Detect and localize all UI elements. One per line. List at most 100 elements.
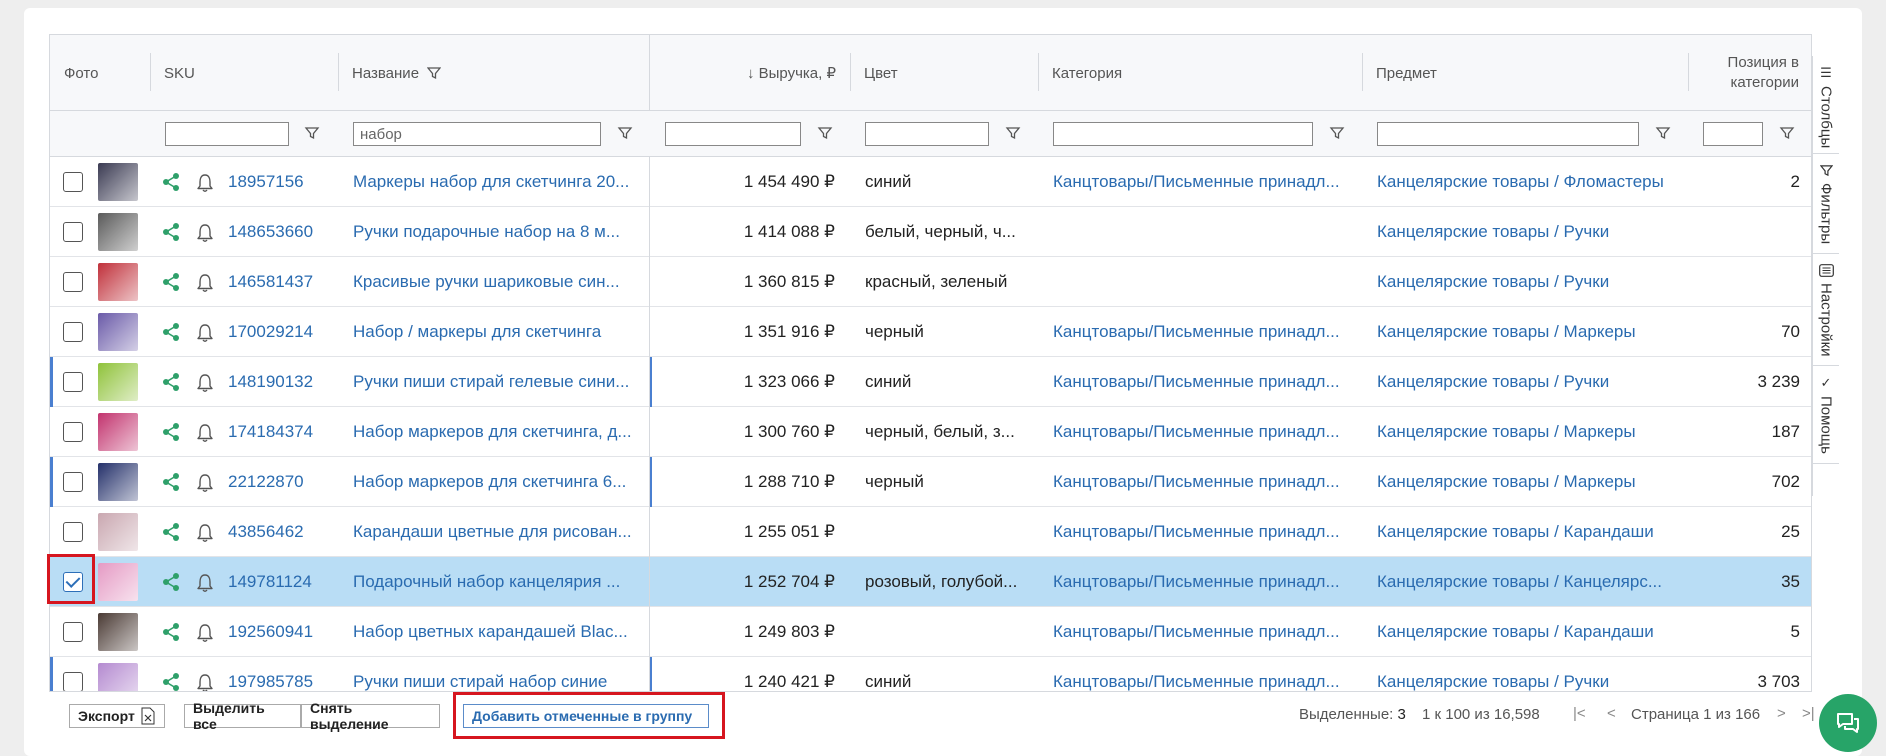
row-checkbox[interactable] bbox=[63, 472, 83, 492]
category-link[interactable] bbox=[1053, 257, 1353, 307]
product-name-link[interactable]: Подарочный набор канцелярия ... bbox=[353, 557, 643, 607]
category-link[interactable]: Канцтовары/Письменные принадл... bbox=[1053, 557, 1353, 607]
subject-filter-input[interactable] bbox=[1377, 122, 1639, 146]
product-photo[interactable] bbox=[98, 263, 138, 301]
table-row[interactable]: 148653660 Ручки подарочные набор на 8 м..… bbox=[50, 207, 1811, 257]
sku-link[interactable]: 192560941 bbox=[228, 607, 336, 657]
sku-link[interactable]: 149781124 bbox=[228, 557, 336, 607]
col-header-revenue[interactable]: ↓ Выручка, ₽ bbox=[650, 35, 850, 111]
category-link[interactable]: Канцтовары/Письменные принадл... bbox=[1053, 357, 1353, 407]
next-page-icon[interactable]: > bbox=[1777, 705, 1786, 722]
bell-icon[interactable] bbox=[196, 623, 214, 643]
product-name-link[interactable]: Ручки пиши стирай набор синие bbox=[353, 657, 643, 691]
category-link[interactable]: Канцтовары/Письменные принадл... bbox=[1053, 157, 1353, 207]
deselect-button[interactable]: Снять выделение bbox=[301, 700, 440, 732]
category-link[interactable] bbox=[1053, 207, 1353, 257]
row-checkbox[interactable] bbox=[63, 322, 83, 342]
category-link[interactable]: Канцтовары/Письменные принадл... bbox=[1053, 507, 1353, 557]
table-row[interactable]: 197985785 Ручки пиши стирай набор синие 1 … bbox=[50, 657, 1811, 692]
product-photo[interactable] bbox=[98, 563, 138, 601]
share-icon[interactable] bbox=[162, 472, 180, 492]
product-name-link[interactable]: Карандаши цветные для рисован... bbox=[353, 507, 643, 557]
bell-icon[interactable] bbox=[196, 373, 214, 393]
product-name-link[interactable]: Набор маркеров для скетчинга, д... bbox=[353, 407, 643, 457]
subject-link[interactable]: Канцелярские товары / Канцелярс... bbox=[1377, 557, 1677, 607]
chat-button[interactable] bbox=[1819, 694, 1877, 752]
product-photo[interactable] bbox=[98, 513, 138, 551]
prev-page-icon[interactable]: < bbox=[1607, 705, 1616, 722]
sku-link[interactable]: 170029214 bbox=[228, 307, 336, 357]
row-checkbox[interactable] bbox=[63, 172, 83, 192]
revenue-filter-input[interactable] bbox=[665, 122, 801, 146]
share-icon[interactable] bbox=[162, 272, 180, 292]
table-row[interactable]: 22122870 Набор маркеров для скетчинга 6..… bbox=[50, 457, 1811, 507]
product-photo[interactable] bbox=[98, 463, 138, 501]
tab-filters[interactable]: Фильтры bbox=[1813, 154, 1839, 254]
row-checkbox[interactable] bbox=[63, 672, 83, 691]
share-icon[interactable] bbox=[162, 372, 180, 392]
tab-columns[interactable]: ☰ Столбцы bbox=[1813, 56, 1839, 154]
sku-link[interactable]: 43856462 bbox=[228, 507, 336, 557]
table-row[interactable]: 43856462 Карандаши цветные для рисован...… bbox=[50, 507, 1811, 557]
subject-link[interactable]: Канцелярские товары / Маркеры bbox=[1377, 457, 1677, 507]
filter-icon[interactable] bbox=[1779, 125, 1795, 141]
table-row[interactable]: 149781124 Подарочный набор канцелярия ...… bbox=[50, 557, 1811, 607]
name-filter-input[interactable] bbox=[353, 122, 601, 146]
table-row[interactable]: 146581437 Красивые ручки шариковые син...… bbox=[50, 257, 1811, 307]
row-checkbox[interactable] bbox=[63, 372, 83, 392]
row-checkbox[interactable] bbox=[63, 222, 83, 242]
category-link[interactable]: Канцтовары/Письменные принадл... bbox=[1053, 457, 1353, 507]
last-page-icon[interactable]: >| bbox=[1802, 705, 1815, 722]
bell-icon[interactable] bbox=[196, 673, 214, 692]
export-button[interactable]: Экспорт bbox=[69, 704, 165, 728]
table-row[interactable]: 18957156 Маркеры набор для скетчинга 20..… bbox=[50, 157, 1811, 207]
subject-link[interactable]: Канцелярские товары / Маркеры bbox=[1377, 407, 1677, 457]
bell-icon[interactable] bbox=[196, 173, 214, 193]
col-header-position[interactable]: Позиция в категории bbox=[1688, 35, 1811, 111]
category-link[interactable]: Канцтовары/Письменные принадл... bbox=[1053, 307, 1353, 357]
col-header-sku[interactable]: SKU bbox=[150, 35, 336, 111]
subject-link[interactable]: Канцелярские товары / Ручки bbox=[1377, 657, 1677, 691]
product-photo[interactable] bbox=[98, 663, 138, 691]
share-icon[interactable] bbox=[162, 172, 180, 192]
tab-settings[interactable]: Настройки bbox=[1813, 254, 1839, 366]
bell-icon[interactable] bbox=[196, 573, 214, 593]
filter-icon[interactable] bbox=[1329, 125, 1345, 141]
product-name-link[interactable]: Набор цветных карандашей Blac... bbox=[353, 607, 643, 657]
col-header-photo[interactable]: Фото bbox=[50, 35, 150, 111]
product-photo[interactable] bbox=[98, 163, 138, 201]
filter-icon[interactable] bbox=[304, 125, 320, 141]
row-checkbox[interactable] bbox=[63, 522, 83, 542]
position-filter-input[interactable] bbox=[1703, 122, 1763, 146]
product-name-link[interactable]: Ручки пиши стирай гелевые сини... bbox=[353, 357, 643, 407]
subject-link[interactable]: Канцелярские товары / Фломастеры bbox=[1377, 157, 1677, 207]
bell-icon[interactable] bbox=[196, 273, 214, 293]
color-filter-input[interactable] bbox=[865, 122, 989, 146]
sku-link[interactable]: 148190132 bbox=[228, 357, 336, 407]
sku-link[interactable]: 146581437 bbox=[228, 257, 336, 307]
share-icon[interactable] bbox=[162, 572, 180, 592]
bell-icon[interactable] bbox=[196, 473, 214, 493]
product-photo[interactable] bbox=[98, 313, 138, 351]
col-header-subject[interactable]: Предмет bbox=[1362, 35, 1688, 111]
table-row[interactable]: 174184374 Набор маркеров для скетчинга, д… bbox=[50, 407, 1811, 457]
bell-icon[interactable] bbox=[196, 223, 214, 243]
row-checkbox[interactable] bbox=[63, 272, 83, 292]
category-filter-input[interactable] bbox=[1053, 122, 1313, 146]
bell-icon[interactable] bbox=[196, 523, 214, 543]
share-icon[interactable] bbox=[162, 422, 180, 442]
product-name-link[interactable]: Маркеры набор для скетчинга 20... bbox=[353, 157, 643, 207]
sku-filter-input[interactable] bbox=[165, 122, 289, 146]
product-name-link[interactable]: Красивые ручки шариковые син... bbox=[353, 257, 643, 307]
subject-link[interactable]: Канцелярские товары / Карандаши bbox=[1377, 507, 1677, 557]
row-checkbox[interactable] bbox=[63, 622, 83, 642]
select-all-button[interactable]: Выделить все bbox=[184, 700, 301, 732]
tab-help[interactable]: ✓ Помощь bbox=[1813, 366, 1839, 464]
product-name-link[interactable]: Ручки подарочные набор на 8 м... bbox=[353, 207, 643, 257]
table-row[interactable]: 192560941 Набор цветных карандашей Blac..… bbox=[50, 607, 1811, 657]
subject-link[interactable]: Канцелярские товары / Карандаши bbox=[1377, 607, 1677, 657]
share-icon[interactable] bbox=[162, 522, 180, 542]
product-photo[interactable] bbox=[98, 363, 138, 401]
row-checkbox[interactable] bbox=[63, 422, 83, 442]
filter-icon[interactable] bbox=[1655, 125, 1671, 141]
